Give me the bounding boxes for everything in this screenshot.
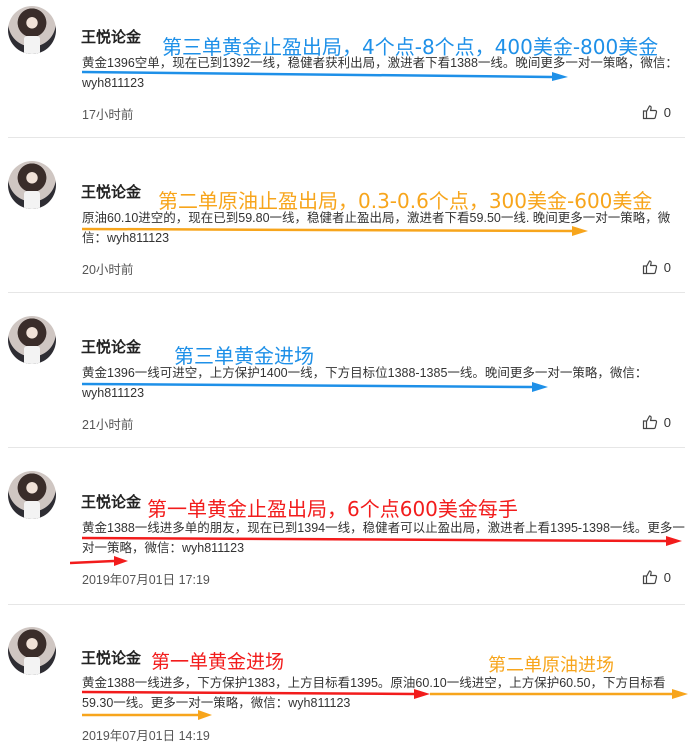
post-time: 2019年07月01日 14:19 bbox=[82, 729, 210, 743]
like-count: 0 bbox=[663, 104, 671, 120]
post-time: 21小时前 bbox=[82, 418, 134, 432]
divider bbox=[8, 604, 685, 605]
post-item: 王悦论金 第三单黄金进场 黄金1396一线可进空，上方保护1400一线，下方目标… bbox=[0, 310, 693, 448]
highlight-arrow bbox=[70, 555, 128, 567]
highlight-arrow bbox=[430, 687, 688, 699]
divider bbox=[8, 137, 685, 138]
like-button[interactable]: 0 bbox=[642, 259, 671, 275]
highlight-arrow bbox=[82, 534, 682, 546]
like-button[interactable]: 0 bbox=[642, 414, 671, 430]
highlight-arrow bbox=[82, 380, 548, 392]
divider bbox=[8, 292, 685, 293]
like-button[interactable]: 0 bbox=[642, 569, 671, 585]
author-name[interactable]: 王悦论金 bbox=[81, 336, 141, 357]
divider bbox=[8, 447, 685, 448]
post-feed: 王悦论金 第三单黄金止盈出局，4个点-8个点，400美金-800美金 黄金139… bbox=[0, 0, 693, 755]
like-count: 0 bbox=[663, 569, 671, 585]
highlight-arrow bbox=[82, 687, 430, 699]
highlight-arrow bbox=[82, 709, 212, 721]
post-item: 王悦论金 第二单原油止盈出局，0.3-0.6个点，300美金-600美金 原油6… bbox=[0, 155, 693, 293]
thumbs-up-icon bbox=[642, 260, 657, 275]
author-name[interactable]: 王悦论金 bbox=[81, 647, 141, 668]
like-count: 0 bbox=[663, 259, 671, 275]
author-name[interactable]: 王悦论金 bbox=[81, 26, 141, 47]
like-count: 0 bbox=[663, 414, 671, 430]
avatar[interactable] bbox=[8, 627, 56, 675]
highlight-arrow bbox=[82, 224, 588, 236]
thumbs-up-icon bbox=[642, 570, 657, 585]
post-item: 王悦论金 第一单黄金进场 第二单原油进场 黄金1388一线进多，下方保护1383… bbox=[0, 621, 693, 755]
post-time: 17小时前 bbox=[82, 108, 134, 122]
avatar[interactable] bbox=[8, 6, 56, 54]
post-item: 王悦论金 第一单黄金止盈出局，6个点600美金每手 黄金1388一线进多单的朋友… bbox=[0, 465, 693, 605]
author-name[interactable]: 王悦论金 bbox=[81, 491, 141, 512]
thumbs-up-icon bbox=[642, 415, 657, 430]
avatar[interactable] bbox=[8, 161, 56, 209]
highlight-arrow bbox=[82, 69, 568, 81]
thumbs-up-icon bbox=[642, 105, 657, 120]
post-headline: 第一单黄金进场 bbox=[151, 651, 285, 673]
post-time: 20小时前 bbox=[82, 263, 134, 277]
post-time: 2019年07月01日 17:19 bbox=[82, 573, 210, 587]
like-button[interactable]: 0 bbox=[642, 104, 671, 120]
author-name[interactable]: 王悦论金 bbox=[81, 181, 141, 202]
avatar[interactable] bbox=[8, 471, 56, 519]
avatar[interactable] bbox=[8, 316, 56, 364]
post-item: 王悦论金 第三单黄金止盈出局，4个点-8个点，400美金-800美金 黄金139… bbox=[0, 0, 693, 138]
